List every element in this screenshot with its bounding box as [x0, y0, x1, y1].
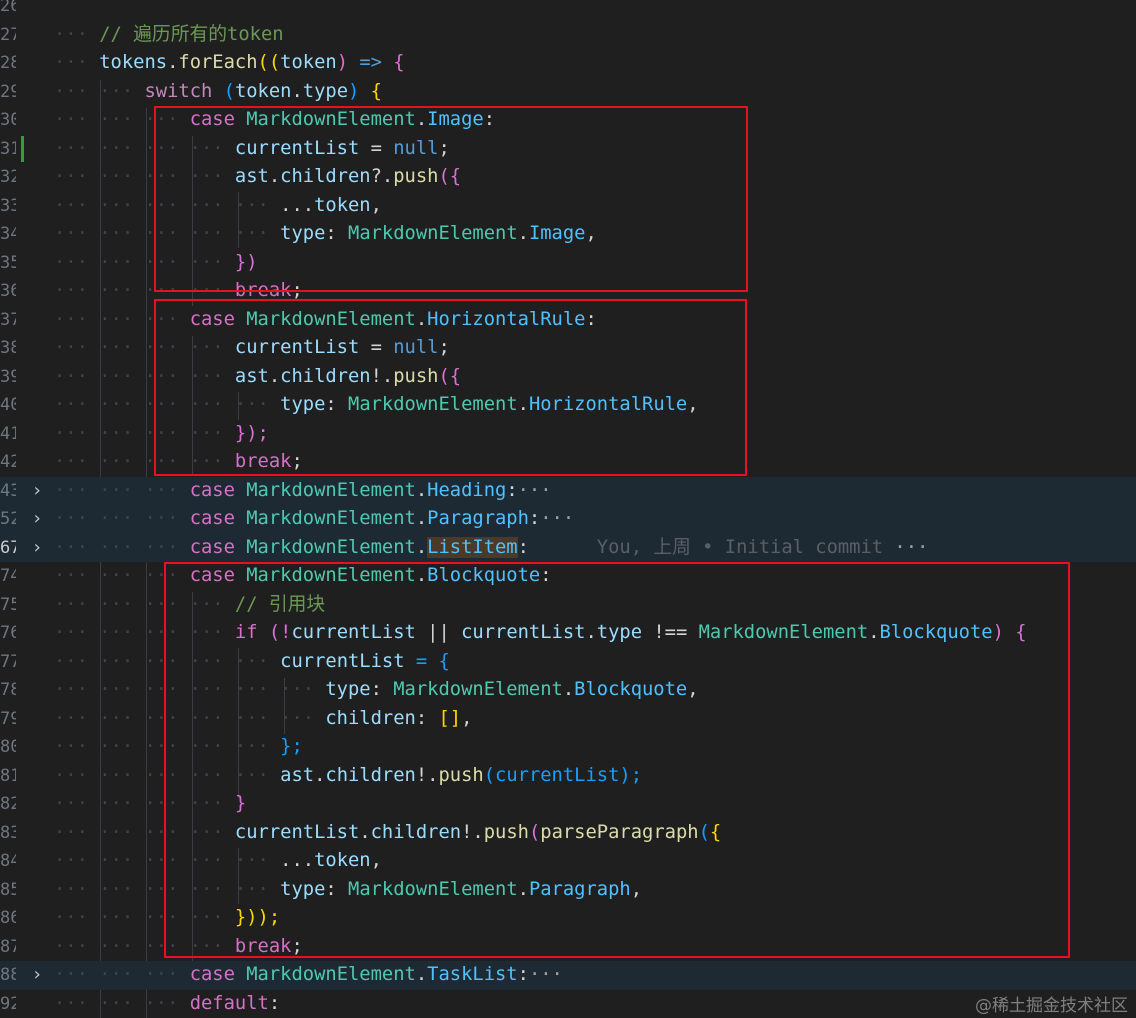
chevron-right-icon[interactable]: › [30, 477, 44, 506]
fold-ellipsis[interactable]: ··· [894, 537, 928, 558]
annotation-box-blockquote-case [164, 562, 1070, 958]
line-number: 26 [0, 0, 16, 16]
code-line[interactable]: 26 [0, 0, 1136, 21]
code-line[interactable]: 29 ··· ··· switch (token.type) { [0, 78, 1136, 107]
line-number: 38 [0, 338, 16, 358]
line-number: 30 [0, 110, 16, 130]
line-number: 80 [0, 737, 16, 757]
chevron-right-icon[interactable]: › [30, 505, 44, 534]
chevron-right-icon[interactable]: › [30, 534, 44, 563]
code-line[interactable]: 27 ··· // 遍历所有的token [0, 21, 1136, 50]
line-number: 83 [0, 822, 16, 843]
line-number: 52 [0, 509, 16, 529]
line-number: 84 [0, 851, 16, 871]
code-line[interactable]: 92 ··· ··· ··· default: [0, 990, 1136, 1018]
line-number: 41 [0, 423, 16, 444]
line-number: 87 [0, 936, 16, 957]
line-number: 86 [0, 908, 16, 928]
line-number: 81 [0, 765, 16, 786]
line-number: 76 [0, 623, 16, 643]
code-line-folded[interactable]: 67 › ··· ··· ··· case MarkdownElement.Li… [0, 533, 1136, 563]
line-number: 78 [0, 680, 16, 700]
line-number: 43 [0, 480, 16, 501]
code-line[interactable]: 28 ··· tokens.forEach((token) => { [0, 49, 1136, 78]
line-number: 42 [0, 452, 16, 472]
fold-ellipsis[interactable]: ··· [518, 480, 552, 501]
line-number: 35 [0, 252, 16, 273]
annotation-box-horizontal-rule-case [154, 299, 747, 476]
line-number: 33 [0, 195, 16, 216]
line-number: 32 [0, 167, 16, 187]
git-blame-annotation: You, 上周 • Initial commit [596, 536, 884, 558]
chevron-right-icon[interactable]: › [30, 961, 44, 990]
watermark: @稀土掘金技术社区 [975, 996, 1128, 1016]
line-number: 36 [0, 281, 16, 301]
annotation-box-image-case [154, 106, 748, 292]
code-line-folded[interactable]: 43 › ··· ··· ··· case MarkdownElement.He… [0, 476, 1136, 506]
code-editor[interactable]: 26 27 ··· // 遍历所有的token 28 ··· tokens.fo… [0, 0, 1136, 1018]
line-number: 27 [0, 24, 16, 45]
line-number: 77 [0, 651, 16, 672]
line-number: 75 [0, 594, 16, 615]
comment: // 遍历所有的token [99, 23, 284, 45]
line-number: 39 [0, 366, 16, 387]
line-number: 88 [0, 965, 16, 985]
fold-ellipsis[interactable]: ··· [540, 508, 574, 529]
line-number: 37 [0, 309, 16, 330]
fold-ellipsis[interactable]: ··· [529, 964, 563, 985]
line-number: 67 [0, 537, 16, 558]
line-number: 28 [0, 53, 16, 73]
line-number: 74 [0, 566, 16, 586]
line-number: 79 [0, 708, 16, 729]
line-number: 31 [0, 138, 16, 159]
line-number: 29 [0, 81, 16, 102]
code-line-folded[interactable]: 52 › ··· ··· ··· case MarkdownElement.Pa… [0, 505, 1136, 534]
line-number: 92 [0, 993, 16, 1014]
code-line-folded[interactable]: 88 › ··· ··· ··· case MarkdownElement.Ta… [0, 961, 1136, 990]
line-number: 40 [0, 395, 16, 415]
line-number: 82 [0, 794, 16, 814]
line-number: 34 [0, 224, 16, 244]
line-number: 85 [0, 879, 16, 900]
